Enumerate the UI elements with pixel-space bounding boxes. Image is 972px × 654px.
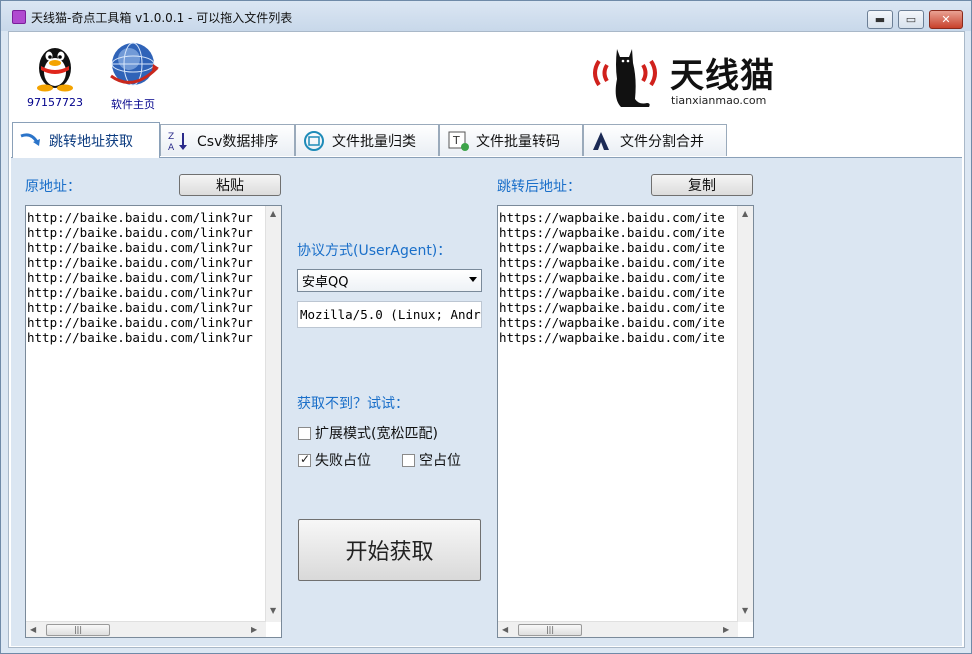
result-url-textarea[interactable]: https://wapbaike.baidu.com/ite https://wa… bbox=[497, 205, 754, 638]
source-scroll-thumb[interactable]: ||| bbox=[46, 624, 110, 636]
source-url-line: http://baike.baidu.com/link?ur bbox=[27, 255, 253, 270]
client-area: 97157723 软件主页 天线猫 tianxianmao.com 跳转地址获取… bbox=[8, 31, 965, 648]
globe-icon bbox=[110, 42, 159, 86]
scroll-up-icon[interactable]: ▲ bbox=[270, 209, 276, 218]
homepage-label: 软件主页 bbox=[111, 98, 155, 111]
result-scroll-thumb[interactable]: ||| bbox=[518, 624, 582, 636]
qq-number-label: 97157723 bbox=[27, 96, 83, 109]
window-title: 天线猫-奇点工具箱 v1.0.0.1 - 可以拖入文件列表 bbox=[31, 11, 293, 25]
redirect-arrow-icon bbox=[19, 130, 43, 152]
source-url-line: http://baike.baidu.com/link?ur bbox=[27, 330, 253, 345]
svg-text:T: T bbox=[452, 134, 460, 147]
antenna-cat-icon bbox=[593, 49, 657, 107]
app-icon bbox=[12, 10, 26, 24]
split-merge-icon bbox=[590, 130, 614, 152]
extended-mode-checkbox[interactable]: 扩展模式(宽松匹配) bbox=[298, 423, 438, 443]
qq-link[interactable]: 97157723 bbox=[23, 38, 87, 109]
source-url-textarea[interactable]: http://baike.baidu.com/link?ur http://bai… bbox=[25, 205, 282, 638]
chevron-down-icon bbox=[469, 277, 477, 282]
result-url-line: https://wapbaike.baidu.com/ite bbox=[499, 300, 725, 315]
close-button[interactable]: ✕ bbox=[929, 10, 963, 29]
checkbox-box bbox=[298, 426, 311, 440]
tab-csv-sort[interactable]: ZA Csv数据排序 bbox=[160, 124, 295, 156]
sort-az-icon: ZA bbox=[167, 130, 191, 153]
logo-subtitle: tianxianmao.com bbox=[671, 94, 767, 107]
tab-file-transcode[interactable]: T 文件批量转码 bbox=[439, 124, 583, 156]
svg-text:A: A bbox=[168, 143, 175, 152]
source-horizontal-scrollbar[interactable]: ◀ ||| ▶ bbox=[26, 621, 266, 637]
app-window: 天线猫-奇点工具箱 v1.0.0.1 - 可以拖入文件列表 ▬ ▭ ✕ 9715… bbox=[0, 0, 972, 654]
checkbox-label: 失败占位 bbox=[315, 453, 371, 469]
protocol-label: 协议方式(UserAgent)： bbox=[297, 243, 452, 259]
tab-redirect-fetch[interactable]: 跳转地址获取 bbox=[12, 122, 160, 158]
result-vertical-scrollbar[interactable]: ▲ ▼ bbox=[737, 206, 753, 622]
tab-label: 文件分割合并 bbox=[620, 133, 704, 150]
source-url-line: http://baike.baidu.com/link?ur bbox=[27, 285, 253, 300]
classify-icon bbox=[302, 130, 326, 152]
checkbox-label: 空占位 bbox=[419, 453, 461, 469]
start-fetch-button[interactable]: 开始获取 bbox=[298, 519, 481, 581]
result-url-line: https://wapbaike.baidu.com/ite bbox=[499, 285, 725, 300]
qq-penguin-icon bbox=[37, 48, 73, 92]
result-url-line: https://wapbaike.baidu.com/ite bbox=[499, 225, 725, 240]
copy-button[interactable]: 复制 bbox=[651, 174, 753, 196]
result-url-label: 跳转后地址： bbox=[497, 179, 581, 195]
tab-label: 跳转地址获取 bbox=[49, 133, 133, 150]
svg-text:Z: Z bbox=[168, 132, 174, 142]
result-url-line: https://wapbaike.baidu.com/ite bbox=[499, 315, 725, 330]
source-url-line: http://baike.baidu.com/link?ur bbox=[27, 300, 253, 315]
scroll-left-icon[interactable]: ◀ bbox=[502, 625, 508, 634]
scroll-left-icon[interactable]: ◀ bbox=[30, 625, 36, 634]
result-url-line: https://wapbaike.baidu.com/ite bbox=[499, 270, 725, 285]
title-bar[interactable]: 天线猫-奇点工具箱 v1.0.0.1 - 可以拖入文件列表 ▬ ▭ ✕ bbox=[1, 1, 971, 31]
brand-logo: 天线猫 tianxianmao.com bbox=[587, 39, 787, 119]
transcode-icon: T bbox=[446, 130, 470, 152]
homepage-link[interactable]: 软件主页 bbox=[101, 38, 165, 112]
checkbox-box-checked bbox=[298, 452, 311, 467]
source-url-line: http://baike.baidu.com/link?ur bbox=[27, 270, 253, 285]
scroll-down-icon[interactable]: ▼ bbox=[270, 606, 276, 615]
result-url-line: https://wapbaike.baidu.com/ite bbox=[499, 255, 725, 270]
tab-file-classify[interactable]: 文件批量归类 bbox=[295, 124, 439, 156]
maximize-button[interactable]: ▭ bbox=[898, 10, 924, 29]
source-url-line: http://baike.baidu.com/link?ur bbox=[27, 210, 253, 225]
scroll-right-icon[interactable]: ▶ bbox=[251, 625, 257, 634]
source-url-lines: http://baike.baidu.com/link?ur http://bai… bbox=[27, 210, 263, 345]
empty-placeholder-checkbox[interactable]: 空占位 bbox=[402, 450, 461, 470]
tab-label: Csv数据排序 bbox=[197, 133, 279, 150]
minimize-button[interactable]: ▬ bbox=[867, 10, 893, 29]
result-url-lines: https://wapbaike.baidu.com/ite https://wa… bbox=[499, 210, 735, 345]
checkbox-box bbox=[402, 453, 415, 467]
paste-button[interactable]: 粘贴 bbox=[179, 174, 281, 196]
result-horizontal-scrollbar[interactable]: ◀ ||| ▶ bbox=[498, 621, 738, 637]
scroll-right-icon[interactable]: ▶ bbox=[723, 625, 729, 634]
result-url-line: https://wapbaike.baidu.com/ite bbox=[499, 210, 725, 225]
source-url-line: http://baike.baidu.com/link?ur bbox=[27, 240, 253, 255]
useragent-string-field[interactable]: Mozilla/5.0 (Linux; Android bbox=[297, 301, 482, 328]
result-url-line: https://wapbaike.baidu.com/ite bbox=[499, 330, 725, 345]
tab-label: 文件批量转码 bbox=[476, 133, 560, 150]
result-url-line: https://wapbaike.baidu.com/ite bbox=[499, 240, 725, 255]
source-url-label: 原地址： bbox=[25, 179, 81, 195]
source-url-line: http://baike.baidu.com/link?ur bbox=[27, 225, 253, 240]
source-vertical-scrollbar[interactable]: ▲ ▼ bbox=[265, 206, 281, 622]
fail-placeholder-checkbox[interactable]: 失败占位 bbox=[298, 450, 371, 470]
tab-strip: 跳转地址获取 ZA Csv数据排序 文件批量归类 T 文件批量转码 文件分割合并 bbox=[9, 122, 964, 158]
checkbox-label: 扩展模式(宽松匹配) bbox=[315, 426, 438, 442]
redirect-fetch-panel: 原地址： 粘贴 http://baike.baidu.com/link?ur ht… bbox=[11, 157, 962, 646]
scroll-up-icon[interactable]: ▲ bbox=[742, 209, 748, 218]
tab-file-split-merge[interactable]: 文件分割合并 bbox=[583, 124, 727, 156]
fail-hint-label: 获取不到？试试： bbox=[297, 396, 409, 412]
scroll-down-icon[interactable]: ▼ bbox=[742, 606, 748, 615]
useragent-select-value: 安卓QQ bbox=[302, 275, 349, 290]
useragent-select[interactable]: 安卓QQ bbox=[297, 269, 482, 292]
logo-title: 天线猫 bbox=[670, 56, 775, 96]
source-url-line: http://baike.baidu.com/link?ur bbox=[27, 315, 253, 330]
tab-label: 文件批量归类 bbox=[332, 133, 416, 150]
